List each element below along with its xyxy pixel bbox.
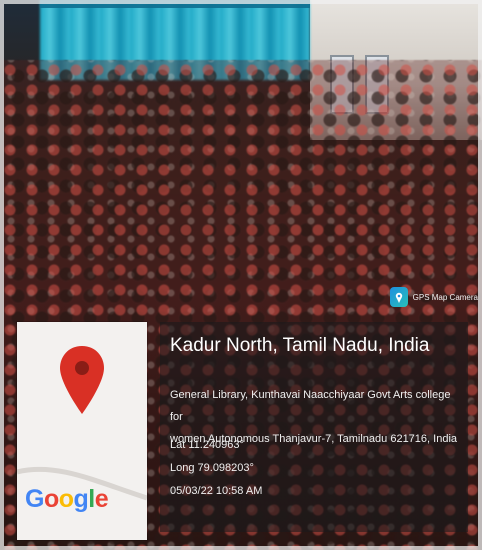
gps-map-camera-label: GPS Map Camera [412, 292, 478, 302]
curtain-valance [40, 0, 310, 8]
place-name: Kadur North, Tamil Nadu, India [170, 335, 430, 356]
map-thumbnail: Google [16, 322, 148, 540]
gps-map-camera-badge: GPS Map Camera [390, 280, 478, 314]
latitude: Lat 11.240963° [170, 439, 244, 451]
google-logo: Google [25, 485, 109, 513]
timestamp: 05/03/22 10:58 AM [170, 485, 263, 497]
location-info-panel: Kadur North, Tamil Nadu, India General L… [160, 322, 468, 532]
longitude: Long 79.098203° [170, 462, 254, 474]
map-pin-icon [60, 346, 104, 414]
gps-map-camera-icon [390, 287, 408, 307]
address-line-1: General Library, Kunthavai Naacchiyaar G… [170, 389, 451, 423]
